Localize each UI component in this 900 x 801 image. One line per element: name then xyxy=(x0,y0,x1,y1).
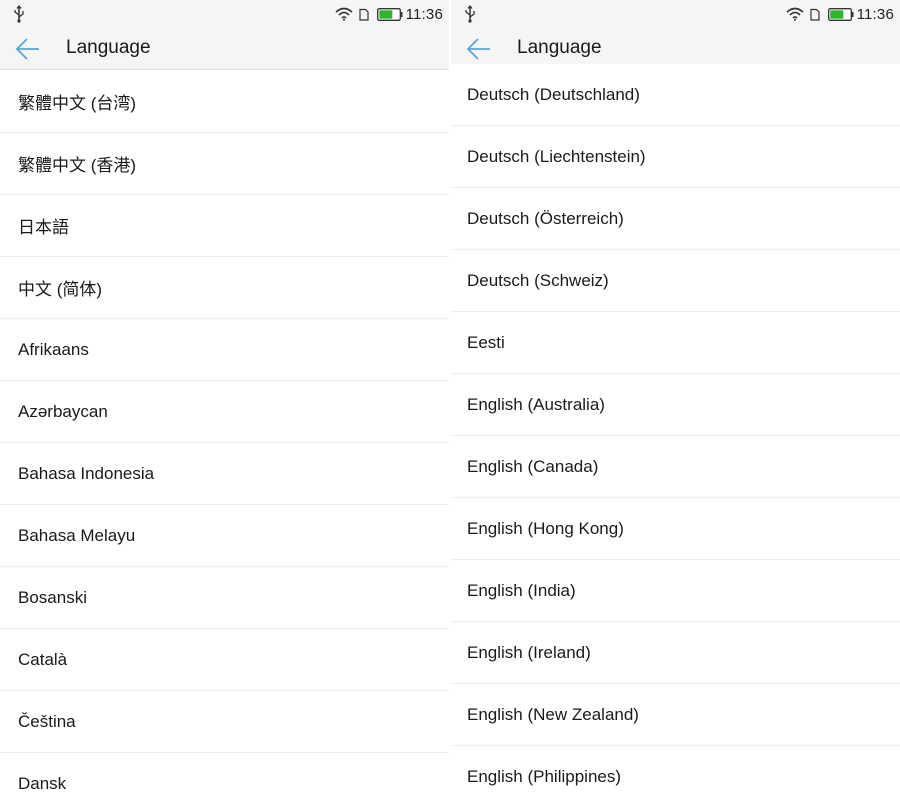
usb-icon xyxy=(14,5,24,23)
language-list: 繁體中文 (台湾) 繁體中文 (香港) 日本語 中文 (简体) Afrikaan… xyxy=(0,71,449,801)
back-arrow-icon[interactable] xyxy=(14,35,42,63)
app-bar: Language xyxy=(0,28,449,70)
status-bar: 11:36 xyxy=(451,0,900,28)
language-item[interactable]: English (India) xyxy=(451,560,900,622)
language-item[interactable]: Deutsch (Schweiz) xyxy=(451,250,900,312)
page-title: Language xyxy=(66,37,151,58)
screen-left: 11:36 Language 繁體中文 (台湾) 繁體中文 (香港) 日本語 中… xyxy=(0,0,449,801)
sim-icon xyxy=(358,8,369,21)
language-item[interactable]: Bahasa Melayu xyxy=(0,505,449,567)
language-item[interactable]: Dansk xyxy=(0,753,449,801)
language-item[interactable]: English (Canada) xyxy=(451,436,900,498)
language-item[interactable]: Azərbaycan xyxy=(0,381,449,443)
back-arrow-icon[interactable] xyxy=(465,35,493,63)
language-item[interactable]: 繁體中文 (香港) xyxy=(0,133,449,195)
language-item[interactable]: English (Ireland) xyxy=(451,622,900,684)
language-item[interactable]: English (Australia) xyxy=(451,374,900,436)
language-list: Deutsch (Deutschland) Deutsch (Liechtens… xyxy=(451,64,900,801)
language-item[interactable]: Bosanski xyxy=(0,567,449,629)
language-item[interactable]: 中文 (简体) xyxy=(0,257,449,319)
language-item[interactable]: Eesti xyxy=(451,312,900,374)
language-item[interactable]: Čeština xyxy=(0,691,449,753)
language-item[interactable]: Deutsch (Liechtenstein) xyxy=(451,126,900,188)
language-item[interactable]: Deutsch (Deutschland) xyxy=(451,64,900,126)
language-item[interactable]: Afrikaans xyxy=(0,319,449,381)
status-time: 11:36 xyxy=(405,5,443,23)
page-title: Language xyxy=(517,37,602,58)
language-item[interactable]: 日本語 xyxy=(0,195,449,257)
language-item[interactable]: 繁體中文 (台湾) xyxy=(0,71,449,133)
language-item[interactable]: English (Hong Kong) xyxy=(451,498,900,560)
status-bar: 11:36 xyxy=(0,0,449,28)
battery-icon xyxy=(827,7,854,21)
screen-right: 11:36 Language Deutsch (Deutschland) Deu… xyxy=(451,0,900,801)
language-item[interactable]: English (Philippines) xyxy=(451,746,900,801)
wifi-icon xyxy=(335,7,353,21)
language-item[interactable]: English (New Zealand) xyxy=(451,684,900,746)
sim-icon xyxy=(809,8,820,21)
wifi-icon xyxy=(786,7,804,21)
usb-icon xyxy=(465,5,475,23)
language-item[interactable]: Bahasa Indonesia xyxy=(0,443,449,505)
battery-icon xyxy=(376,7,403,21)
status-time: 11:36 xyxy=(856,5,894,23)
language-item[interactable]: Català xyxy=(0,629,449,691)
language-item[interactable]: Deutsch (Österreich) xyxy=(451,188,900,250)
